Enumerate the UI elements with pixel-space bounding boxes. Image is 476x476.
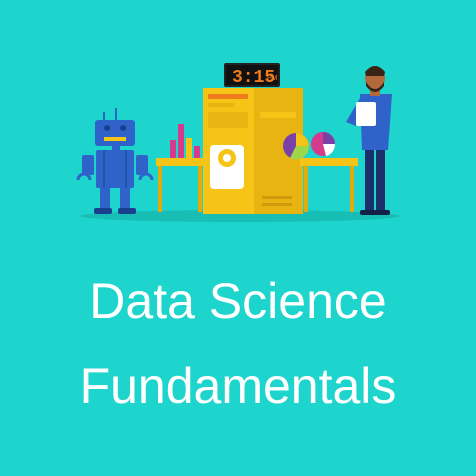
pie-chart-icon <box>283 132 336 160</box>
robot-icon <box>76 108 154 214</box>
digital-clock-icon: 3:15 PM <box>224 63 280 88</box>
title-line-1: Data Science <box>89 273 387 329</box>
right-desk <box>300 158 358 212</box>
clock-suffix: PM <box>267 75 278 82</box>
left-desk <box>156 158 206 212</box>
bar-chart-icon <box>170 124 200 158</box>
title-line-2: Fundamentals <box>79 358 397 414</box>
data-science-illustration: 3:15 PM <box>76 63 400 222</box>
